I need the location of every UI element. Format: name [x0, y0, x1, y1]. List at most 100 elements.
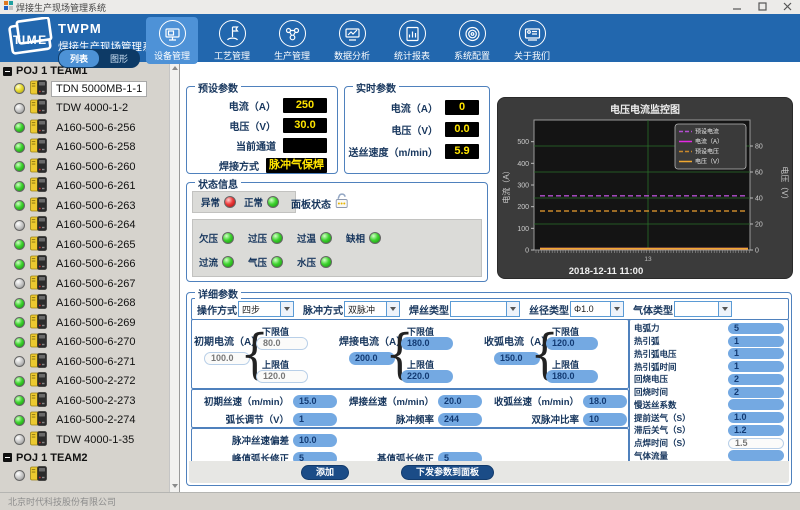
extra-param-field[interactable]: 1	[728, 361, 784, 372]
chevron-down-icon[interactable]	[280, 302, 293, 316]
extra-param-field[interactable]	[728, 450, 784, 461]
add-button[interactable]: 添加	[301, 465, 349, 480]
chevron-down-icon[interactable]	[386, 302, 399, 316]
nav-item-device-management[interactable]: 设备管理	[146, 17, 198, 64]
nav-item-production-management[interactable]: 生产管理	[266, 17, 318, 64]
device-item[interactable]: TDW 4000-1-2	[0, 99, 169, 119]
extra-param-field[interactable]: 5	[728, 323, 784, 334]
svg-text:60: 60	[755, 170, 763, 177]
extra-param-field[interactable]: 1.0	[728, 412, 784, 423]
lower-limit-field[interactable]: 120.0	[546, 337, 598, 350]
speed-field[interactable]: 10	[583, 413, 627, 426]
upper-limit-field[interactable]: 220.0	[401, 370, 453, 383]
welder-device-icon	[30, 466, 52, 484]
device-item[interactable]: A160-500-2-273	[0, 391, 169, 411]
chevron-down-icon[interactable]	[610, 302, 623, 316]
maximize-icon[interactable]	[758, 2, 767, 11]
scroll-up-icon[interactable]	[172, 66, 178, 70]
abnormal-led	[224, 196, 236, 208]
speed-field[interactable]: 1	[293, 413, 337, 426]
correction-row: 脉冲丝速偏差10.0	[192, 431, 628, 449]
collapse-icon[interactable]	[3, 453, 12, 462]
chevron-down-icon[interactable]	[506, 302, 519, 316]
device-item[interactable]: TDW 4000-1-35	[0, 430, 169, 450]
nav-item-system-config[interactable]: 系统配置	[446, 17, 498, 64]
device-item[interactable]	[0, 466, 169, 486]
preset-label: 电压（V）	[229, 118, 276, 133]
device-item[interactable]: A160-500-2-274	[0, 411, 169, 431]
丝径类型-select[interactable]: Φ1.0	[570, 301, 624, 317]
speed-field[interactable]: 20.0	[438, 395, 482, 408]
speed-cell: 脉冲频率244	[337, 412, 482, 426]
svg-text:电流（A）: 电流（A）	[695, 138, 723, 146]
device-item[interactable]: A160-500-6-269	[0, 313, 169, 333]
status-bar: 北京时代科技股份有限公司	[0, 492, 800, 510]
close-icon[interactable]	[783, 2, 792, 11]
device-item[interactable]: A160-500-6-271	[0, 352, 169, 372]
svg-text:电流（A）: 电流（A）	[501, 166, 511, 203]
view-button-graphic[interactable]: 图形	[99, 50, 139, 67]
send-params-button[interactable]: 下发参数到面板	[401, 465, 494, 480]
upper-limit-field[interactable]: 120.0	[256, 370, 308, 383]
extra-param-field[interactable]: 2	[728, 374, 784, 385]
device-item[interactable]: A160-500-6-268	[0, 294, 169, 314]
upper-limit-field[interactable]: 180.0	[546, 370, 598, 383]
collapse-icon[interactable]	[3, 67, 12, 76]
nav-item-about-us[interactable]: 关于我们	[506, 17, 558, 64]
lower-limit-field[interactable]: 180.0	[401, 337, 453, 350]
speed-field[interactable]: 15.0	[293, 395, 337, 408]
extra-param-field[interactable]: 1.5	[728, 438, 784, 449]
minimize-icon[interactable]	[733, 2, 742, 11]
alarm-led	[320, 256, 332, 268]
current-limits-box: 初期电流（A）100.0下限值80.0上限值120.0焊接电流（A）200.0下…	[191, 319, 629, 389]
chevron-down-icon[interactable]	[718, 302, 731, 316]
device-item[interactable]: A160-500-6-261	[0, 177, 169, 197]
extra-param-field[interactable]: 1	[728, 336, 784, 347]
alarm-indicator: 过压	[248, 231, 283, 245]
lower-limit-field[interactable]: 80.0	[256, 337, 308, 350]
nav-item-data-analysis[interactable]: 数据分析	[326, 17, 378, 64]
nav-item-statistics-report[interactable]: 统计报表	[386, 17, 438, 64]
view-button-list[interactable]: 列表	[59, 50, 99, 67]
extra-param-field[interactable]	[728, 399, 784, 410]
device-item[interactable]: A160-500-6-265	[0, 235, 169, 255]
device-item[interactable]: A160-500-6-266	[0, 255, 169, 275]
realtime-rows: 电流（A）0电压（V）0.0送丝速度（m/min）5.9	[345, 87, 489, 159]
device-item[interactable]: A160-500-6-260	[0, 157, 169, 177]
device-item[interactable]: A160-500-6-270	[0, 333, 169, 353]
scroll-down-icon[interactable]	[172, 484, 178, 488]
nav-item-process-management[interactable]: 工艺管理	[206, 17, 258, 64]
device-status-led	[14, 239, 25, 250]
alarm-led	[369, 232, 381, 244]
device-item[interactable]: A160-500-6-263	[0, 196, 169, 216]
status-panel: 状态信息 异常正常 面板状态 欠压过压过温缺相过流气压水压	[186, 182, 488, 282]
device-item[interactable]: A160-500-6-264	[0, 216, 169, 236]
extra-param-field[interactable]: 1.2	[728, 425, 784, 436]
操作方式-select[interactable]: 四步	[238, 301, 294, 317]
脉冲方式-select[interactable]: 双脉冲	[344, 301, 400, 317]
alarm-label: 过流	[199, 255, 218, 269]
welder-device-icon	[30, 333, 52, 351]
tree-group-header[interactable]: POJ 1 TEAM2	[0, 450, 169, 466]
header: TIME TWPM 焊接生产现场管理系统 列表图形 设备管理工艺管理生产管理数据…	[0, 14, 800, 62]
extra-param-field[interactable]: 1	[728, 348, 784, 359]
device-item[interactable]: TDN 5000MB-1-1	[0, 79, 169, 99]
device-item[interactable]: A160-500-6-258	[0, 138, 169, 158]
correction-field[interactable]: 10.0	[293, 434, 337, 447]
speed-field[interactable]: 244	[438, 413, 482, 426]
气体类型-select[interactable]	[674, 301, 732, 317]
device-item[interactable]: A160-500-2-272	[0, 372, 169, 392]
extra-param-field[interactable]: 2	[728, 387, 784, 398]
system-config-icon	[459, 20, 486, 47]
lock-open-icon	[333, 192, 351, 212]
speed-field[interactable]: 18.0	[583, 395, 627, 408]
device-item[interactable]: A160-500-6-256	[0, 118, 169, 138]
device-status-led	[14, 181, 25, 192]
extra-params-box: 电弧力5热引弧1热引弧电压1热引弧时间1回烧电压2回烧时间2慢送丝系数提前送气（…	[629, 319, 789, 463]
device-item[interactable]: A160-500-6-267	[0, 274, 169, 294]
device-sidebar: POJ 1 TEAM1TDN 5000MB-1-1TDW 4000-1-2A16…	[0, 62, 180, 492]
realtime-row: 电流（A）0	[345, 100, 479, 115]
sidebar-scrollbar[interactable]	[169, 62, 179, 492]
extra-param-label: 滞后关气（S）	[634, 424, 728, 436]
焊丝类型-select[interactable]	[450, 301, 520, 317]
